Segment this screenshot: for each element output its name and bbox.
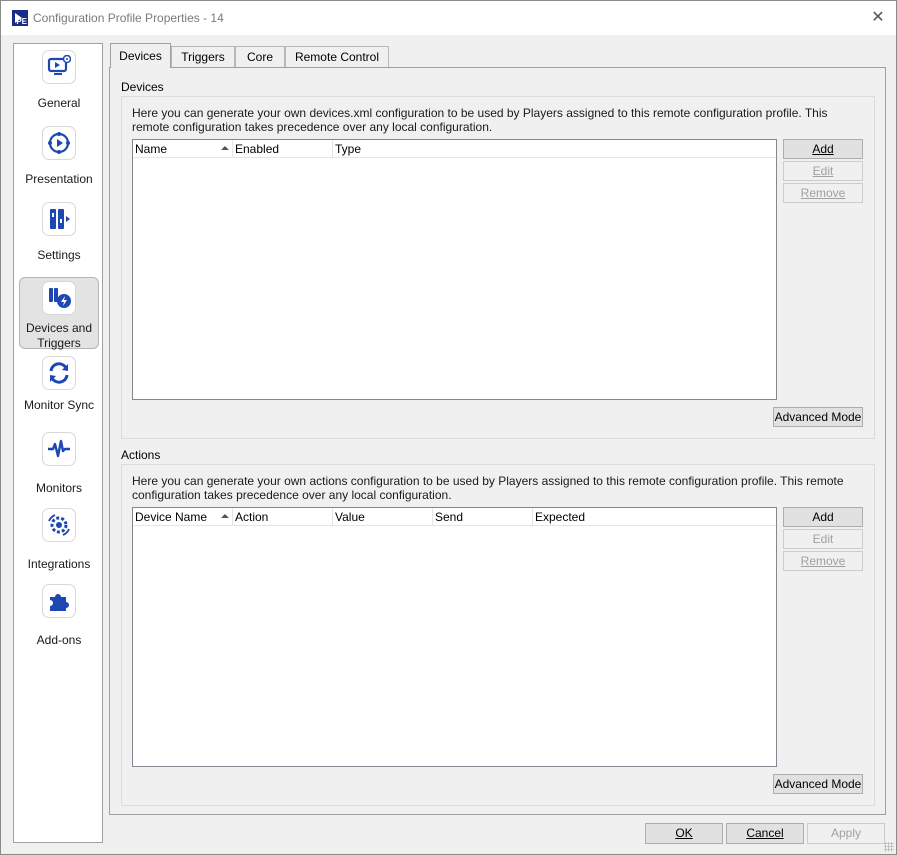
window-title: Configuration Profile Properties - 14 [33, 11, 224, 25]
actions-edit-button[interactable]: Edit [783, 529, 863, 549]
column-header-label: Device Name [135, 510, 208, 524]
devices-description: Here you can generate your own devices.x… [132, 106, 828, 134]
devices-advanced-mode-button[interactable]: Advanced Mode [773, 407, 863, 427]
devices-section-title: Devices [121, 80, 164, 94]
column-header-value[interactable]: Value [333, 508, 433, 526]
tab-devices[interactable]: Devices [110, 43, 171, 68]
sort-ascending-icon [221, 514, 229, 518]
app-icon-text: PE [16, 17, 27, 26]
devices-list-header: Name Enabled Type [133, 140, 776, 158]
tab-core[interactable]: Core [235, 46, 285, 67]
dialog-window: PE Configuration Profile Properties - 14… [0, 0, 897, 855]
resize-grip-icon[interactable] [884, 842, 894, 852]
column-header-action[interactable]: Action [233, 508, 333, 526]
devices-triggers-icon [42, 281, 76, 315]
apply-button[interactable]: Apply [807, 823, 885, 844]
monitor-sync-icon [42, 356, 76, 390]
sidebar-item-label: Settings [37, 248, 81, 262]
heartbeat-icon [42, 432, 76, 466]
puzzle-piece-icon [42, 584, 76, 618]
actions-add-button[interactable]: Add [783, 507, 863, 527]
app-logo-icon: PE [12, 10, 28, 26]
sidebar-item-devices-and-triggers[interactable]: Devices and Triggers [19, 277, 99, 350]
sidebar-item-general[interactable]: General [19, 50, 99, 118]
ok-label: OK [675, 826, 693, 840]
sidebar-item-label: Presentation [25, 172, 93, 186]
sidebar-item-label: Integrations [27, 557, 91, 571]
sort-ascending-icon [221, 146, 229, 150]
cancel-button[interactable]: Cancel [726, 823, 804, 844]
devices-add-button[interactable]: Add [783, 139, 863, 159]
presentation-play-icon [42, 126, 76, 160]
monitor-settings-icon [42, 50, 76, 84]
actions-advanced-mode-button[interactable]: Advanced Mode [773, 774, 863, 794]
remove-label: Remove [800, 186, 846, 200]
add-label: Add [812, 142, 834, 156]
integrations-gear-icon [42, 508, 76, 542]
sidebar-nav: General Presentation Settings Devices an… [13, 43, 103, 843]
column-header-device-name[interactable]: Device Name [133, 508, 233, 526]
sidebar-item-label: Devices and Triggers [25, 321, 93, 350]
actions-section-title: Actions [121, 448, 161, 462]
sidebar-item-settings[interactable]: Settings [19, 202, 99, 270]
column-header-type[interactable]: Type [333, 140, 776, 158]
sidebar-item-integrations[interactable]: Integrations [19, 508, 99, 576]
column-header-expected[interactable]: Expected [533, 508, 776, 526]
devices-edit-button[interactable]: Edit [783, 161, 863, 181]
sidebar-item-presentation[interactable]: Presentation [19, 126, 99, 194]
close-icon[interactable]: ✕ [866, 6, 890, 30]
sidebar-item-label: General [37, 96, 81, 110]
actions-list-header: Device Name Action Value Send Expected [133, 508, 776, 526]
devices-list[interactable]: Name Enabled Type [132, 139, 777, 400]
column-header-name[interactable]: Name [133, 140, 233, 158]
sidebar-item-add-ons[interactable]: Add-ons [19, 584, 99, 652]
tab-remote-control[interactable]: Remote Control [285, 46, 389, 67]
settings-sliders-icon [42, 202, 76, 236]
sidebar-item-monitor-sync[interactable]: Monitor Sync [19, 356, 99, 426]
actions-remove-button[interactable]: Remove [783, 551, 863, 571]
sidebar-item-label: Monitor Sync [23, 398, 95, 412]
ok-button[interactable]: OK [645, 823, 723, 844]
devices-remove-button[interactable]: Remove [783, 183, 863, 203]
sidebar-item-label: Monitors [35, 481, 82, 495]
tab-triggers[interactable]: Triggers [171, 46, 235, 67]
sidebar-item-monitors[interactable]: Monitors [19, 432, 99, 500]
actions-description: Here you can generate your own actions c… [132, 474, 844, 502]
sidebar-item-label: Add-ons [36, 633, 82, 647]
actions-list[interactable]: Device Name Action Value Send Expected [132, 507, 777, 767]
column-header-enabled[interactable]: Enabled [233, 140, 333, 158]
column-header-send[interactable]: Send [433, 508, 533, 526]
title-bar: PE Configuration Profile Properties - 14… [1, 1, 896, 35]
remove-label: Remove [800, 554, 846, 568]
column-header-label: Name [135, 142, 168, 156]
edit-label: Edit [812, 164, 834, 178]
cancel-label: Cancel [746, 826, 784, 840]
